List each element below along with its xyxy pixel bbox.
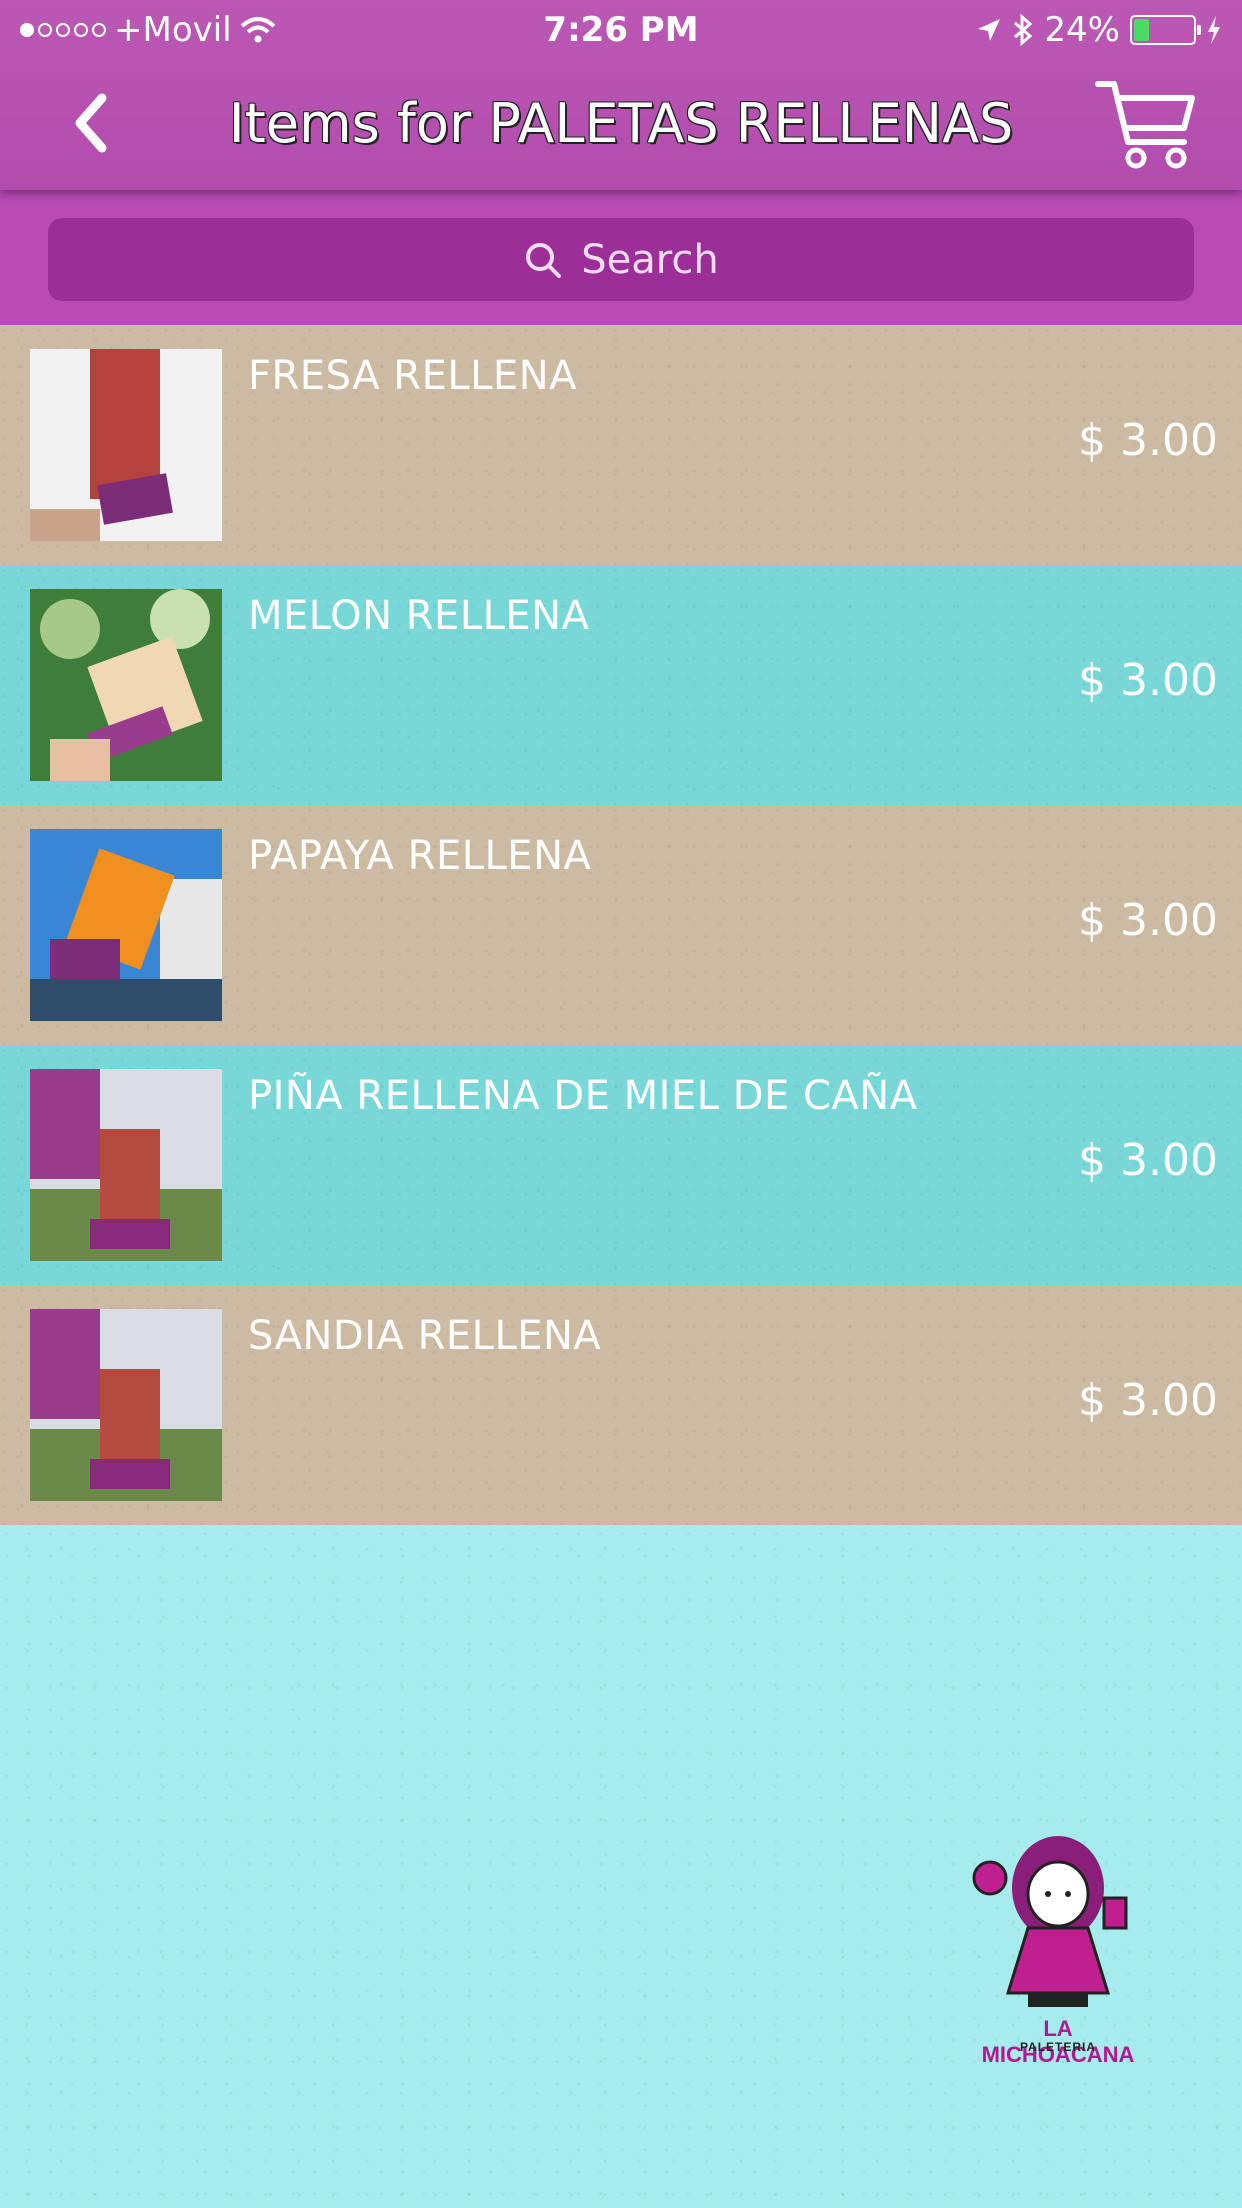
logo-subtitle: PALETERIA (1019, 2040, 1097, 2054)
battery-icon (1130, 15, 1201, 45)
item-thumbnail (30, 349, 222, 541)
search-placeholder: Search (581, 236, 719, 283)
nav-header: +Movil 7:26 PM 24% Items for PALETAS REL… (0, 0, 1242, 190)
list-item-papaya[interactable]: PAPAYA RELLENA $ 3.00 (0, 805, 1242, 1045)
cart-button[interactable] (1092, 76, 1202, 176)
item-thumbnail (30, 589, 222, 781)
item-name: SANDIA RELLENA (248, 1313, 602, 1359)
back-button[interactable] (60, 88, 130, 158)
status-bar: +Movil 7:26 PM 24% (0, 0, 1242, 62)
battery-percent: 24% (1044, 10, 1120, 50)
item-thumbnail (30, 1309, 222, 1501)
item-price: $ 3.00 (1078, 415, 1218, 466)
item-name: PAPAYA RELLENA (248, 833, 592, 879)
mascot-girl-icon (972, 1836, 1128, 2007)
item-list: FRESA RELLENA $ 3.00 MELON RELLENA $ 3.0… (0, 325, 1242, 1525)
bluetooth-icon (1014, 14, 1033, 46)
item-price: $ 3.00 (1078, 895, 1218, 946)
page-title: Items for PALETAS RELLENAS (228, 92, 1014, 155)
charging-bolt-icon (1208, 16, 1220, 44)
list-item-pina[interactable]: PIÑA RELLENA DE MIEL DE CAÑA $ 3.00 (0, 1045, 1242, 1285)
item-name: MELON RELLENA (248, 593, 590, 639)
list-item-sandia[interactable]: SANDIA RELLENA $ 3.00 (0, 1285, 1242, 1525)
item-thumbnail (30, 829, 222, 1021)
item-name: FRESA RELLENA (248, 353, 577, 399)
item-price: $ 3.00 (1078, 655, 1218, 706)
cart-icon (1095, 81, 1195, 169)
item-name: PIÑA RELLENA DE MIEL DE CAÑA (248, 1073, 918, 1119)
item-price: $ 3.00 (1078, 1375, 1218, 1426)
chevron-left-icon (75, 93, 107, 153)
item-thumbnail (30, 1069, 222, 1261)
search-bar: Search (0, 190, 1242, 325)
list-item-melon[interactable]: MELON RELLENA $ 3.00 (0, 565, 1242, 805)
brand-logo: LA MICHOACANA PALETERIA (968, 1828, 1148, 2067)
search-icon (526, 242, 562, 278)
search-input[interactable]: Search (48, 218, 1194, 301)
item-price: $ 3.00 (1078, 1135, 1218, 1186)
location-arrow-icon (978, 19, 1001, 41)
list-item-fresa[interactable]: FRESA RELLENA $ 3.00 (0, 325, 1242, 565)
